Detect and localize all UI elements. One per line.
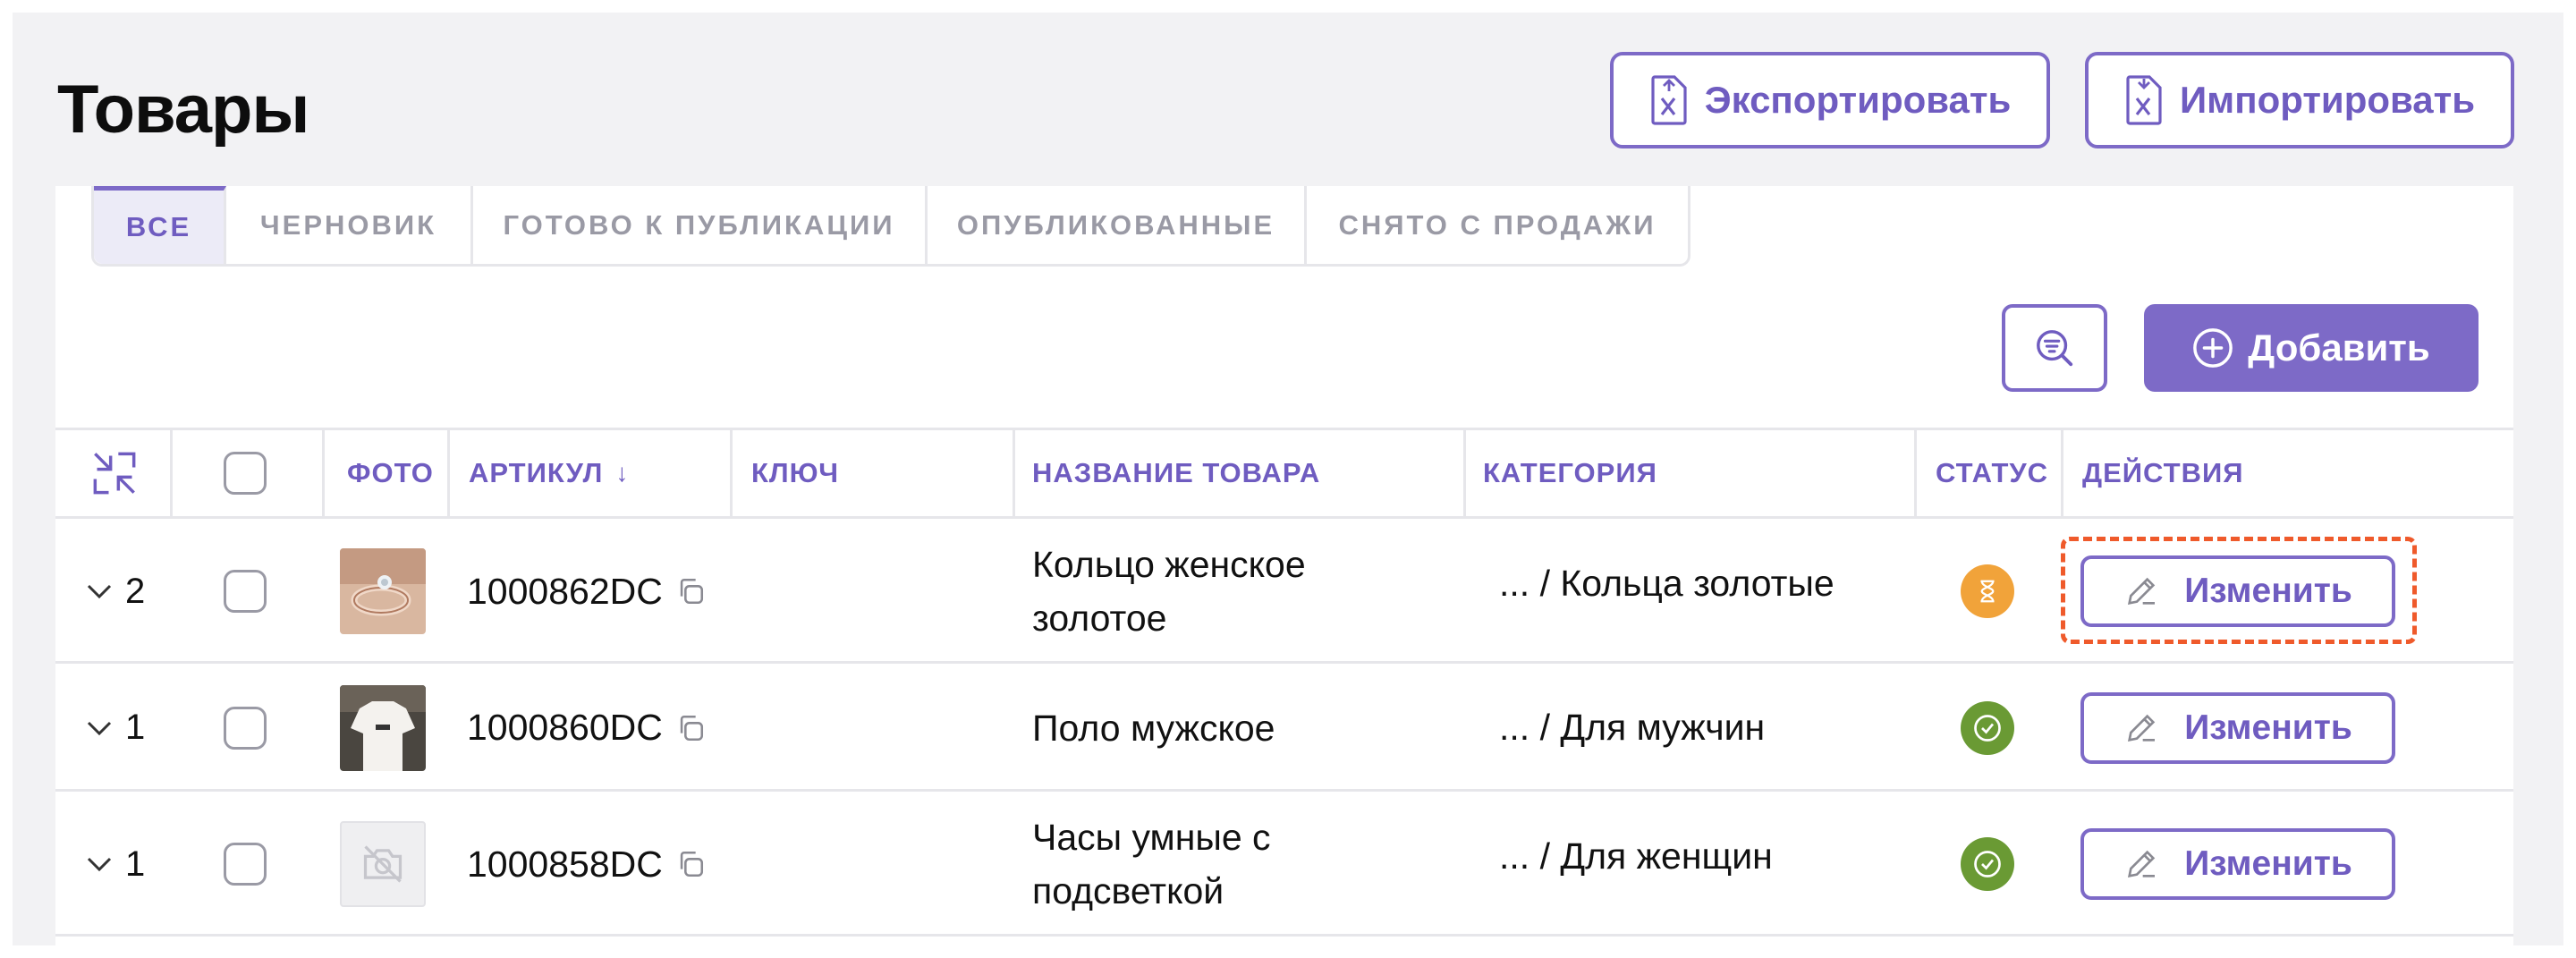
status-tabs: ВСЕ ЧЕРНОВИК ГОТОВО К ПУБЛИКАЦИИ ОПУБЛИК… (91, 186, 1690, 267)
row-checkbox[interactable] (224, 570, 267, 613)
tab-published[interactable]: ОПУБЛИКОВАННЫЕ (928, 186, 1307, 264)
expand-toggle[interactable]: 2 (86, 519, 145, 664)
table-header: ФОТО АРТИКУЛ ↓ КЛЮЧ НАЗВАНИЕ ТОВАРА КАТЕ… (55, 428, 2513, 519)
edit-label: Изменить (2184, 708, 2352, 747)
category-value: ... / Для мужчин (1499, 707, 1766, 748)
sku-cell: 1000858DC (467, 792, 706, 937)
expand-toggle[interactable]: 1 (86, 664, 145, 792)
excel-file-icon (1651, 75, 1687, 125)
products-panel: ВСЕ ЧЕРНОВИК ГОТОВО К ПУБЛИКАЦИИ ОПУБЛИК… (55, 186, 2513, 955)
pencil-icon (2128, 714, 2156, 742)
product-name: Поло мужское (1032, 701, 1462, 755)
variant-count: 1 (125, 708, 146, 747)
focus-highlight (2061, 537, 2417, 644)
product-name: Часы умные с подсветкой (1032, 810, 1462, 918)
status-pending (1961, 564, 2014, 618)
column-sku[interactable]: АРТИКУЛ ↓ (469, 430, 629, 516)
products-table: ФОТО АРТИКУЛ ↓ КЛЮЧ НАЗВАНИЕ ТОВАРА КАТЕ… (55, 428, 2513, 937)
polo-photo (340, 684, 426, 771)
variant-count: 1 (125, 844, 146, 884)
hourglass-icon (1980, 580, 1995, 603)
copy-icon[interactable] (675, 849, 706, 879)
category-value: ... / Для женщин (1499, 835, 1773, 877)
plus-circle-icon (2193, 328, 2233, 368)
status-published (1961, 700, 2014, 755)
product-photo[interactable] (340, 684, 426, 771)
import-button[interactable]: Импортировать (2085, 52, 2514, 148)
export-button[interactable]: Экспортировать (1610, 52, 2050, 148)
check-circle-icon (1974, 714, 2001, 742)
column-category: КАТЕГОРИЯ (1483, 457, 1657, 488)
sku-cell: 1000862DC (467, 519, 706, 664)
ring-photo (340, 548, 426, 634)
column-name: НАЗВАНИЕ ТОВАРА (1032, 457, 1321, 488)
table-row: 1 1000860DC Поло мужское ... / Для мужчи… (55, 664, 2513, 792)
row-checkbox[interactable] (224, 706, 267, 750)
chevron-down-icon (87, 721, 112, 735)
edit-button[interactable]: Изменить (2080, 691, 2395, 764)
product-photo[interactable] (340, 548, 426, 634)
filter-button[interactable] (2002, 304, 2107, 392)
check-circle-icon (1974, 851, 2001, 877)
sku-value: 1000862DC (467, 570, 663, 612)
product-name-line2: золотое (1032, 598, 1167, 639)
sku-value: 1000860DC (467, 707, 663, 748)
product-name-line1: Поло мужское (1032, 707, 1275, 749)
edit-label: Изменить (2184, 844, 2352, 883)
edit-button[interactable]: Изменить (2080, 828, 2395, 900)
filter-search-icon (2037, 330, 2073, 367)
copy-icon[interactable] (675, 576, 706, 606)
collapse-arrows-icon (93, 452, 136, 495)
import-label: Импортировать (2179, 79, 2476, 121)
excel-file-icon (2126, 75, 2162, 125)
page-title: Товары (57, 72, 309, 148)
column-photo: ФОТО (347, 457, 434, 488)
product-name-line2: подсветкой (1032, 870, 1224, 911)
table-row: 2 1000862DC Кольцо женское золотое ... /… (55, 519, 2513, 664)
pencil-icon (2128, 850, 2156, 878)
no-photo-icon (363, 845, 402, 883)
expand-toggle[interactable]: 1 (86, 792, 145, 937)
table-row: 1 1000858DC Часы умные с подсветкой ... … (55, 792, 2513, 937)
copy-icon[interactable] (675, 713, 706, 743)
product-name-line1: Кольцо женское (1032, 544, 1306, 585)
select-all-checkbox[interactable] (224, 452, 267, 495)
tab-draft[interactable]: ЧЕРНОВИК (226, 186, 473, 264)
category-value: ... / Кольца золотые (1499, 562, 1835, 604)
chevron-down-icon (87, 584, 112, 599)
sku-value: 1000858DC (467, 843, 663, 885)
column-key: КЛЮЧ (751, 457, 840, 488)
product-photo[interactable] (340, 821, 426, 907)
add-label: Добавить (2248, 326, 2430, 369)
column-status: СТАТУС (1936, 457, 2049, 488)
collapse-all-button[interactable] (91, 430, 138, 516)
product-name: Кольцо женское золотое (1032, 538, 1462, 645)
tab-ready[interactable]: ГОТОВО К ПУБЛИКАЦИИ (473, 186, 928, 264)
export-label: Экспортировать (1704, 79, 2012, 121)
tab-all[interactable]: ВСЕ (94, 186, 226, 264)
column-sku-label: АРТИКУЛ (469, 457, 604, 488)
row-checkbox[interactable] (224, 843, 267, 886)
tab-withdrawn[interactable]: СНЯТО С ПРОДАЖИ (1307, 186, 1688, 264)
status-published (1961, 837, 2014, 891)
column-actions: ДЕЙСТВИЯ (2082, 457, 2244, 488)
chevron-down-icon (87, 857, 112, 872)
sort-arrow-icon: ↓ (615, 459, 630, 487)
sku-cell: 1000860DC (467, 664, 706, 792)
add-button[interactable]: Добавить (2144, 304, 2479, 392)
variant-count: 2 (125, 571, 146, 611)
product-name-line1: Часы умные с (1032, 817, 1271, 858)
